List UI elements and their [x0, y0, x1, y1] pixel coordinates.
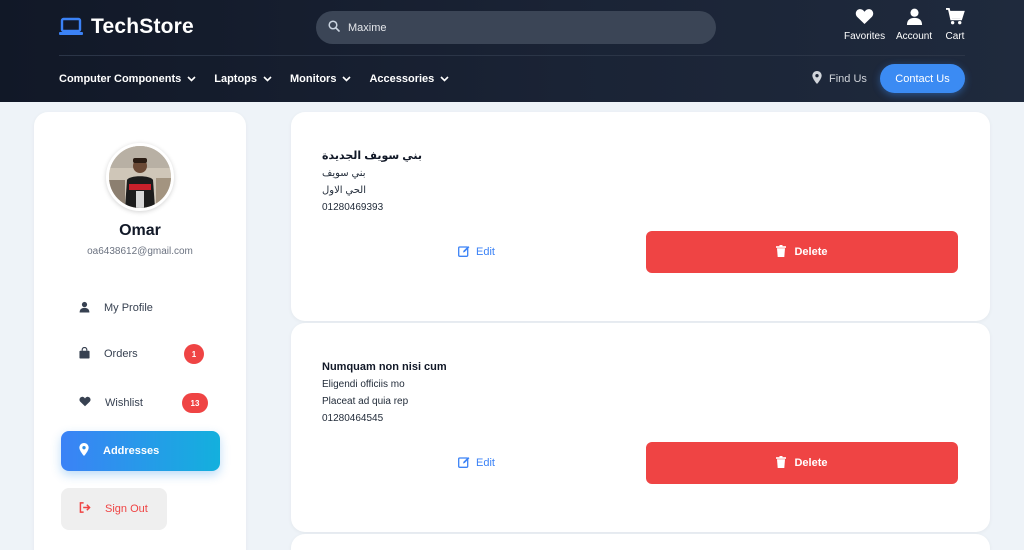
address-details: Numquam non nisi cum Eligendi officiis m…	[322, 359, 447, 427]
chevron-down-icon	[187, 73, 196, 85]
chevron-down-icon	[440, 73, 449, 85]
sidebar-item-wishlist[interactable]: Wishlist 13	[61, 383, 220, 423]
map-pin-icon	[79, 443, 89, 459]
edit-button[interactable]: Edit	[458, 242, 503, 262]
address-city: Eligendi officiis mo	[322, 379, 405, 390]
user-name: Omar	[119, 222, 161, 239]
cart-icon	[945, 8, 965, 28]
delete-label: Delete	[794, 246, 828, 258]
search-bar[interactable]	[316, 11, 716, 44]
account-label: Account	[896, 31, 933, 42]
delete-label: Delete	[794, 457, 828, 469]
favorites-button[interactable]: Favorites	[844, 8, 885, 42]
brand-name: TechStore	[91, 15, 194, 38]
sign-out-button[interactable]: Sign Out	[61, 488, 167, 530]
address-details-line: Placeat ad quia rep	[322, 396, 409, 407]
nav-label: Laptops	[214, 73, 258, 85]
laptop-icon	[59, 17, 83, 37]
brand-logo[interactable]: TechStore	[59, 15, 194, 39]
header-divider	[59, 55, 965, 56]
trash-icon	[776, 244, 787, 260]
edit-icon	[458, 456, 470, 471]
sidebar-item-my-profile[interactable]: My Profile	[61, 288, 220, 328]
user-email: oa6438612@gmail.com	[87, 246, 193, 257]
sidebar-item-orders[interactable]: Orders 1	[61, 334, 220, 374]
favorites-label: Favorites	[844, 31, 886, 42]
heart-icon	[855, 8, 874, 28]
edit-button[interactable]: Edit	[458, 453, 503, 473]
orders-count-badge: 1	[184, 344, 204, 364]
profile-sidebar: Omar oa6438612@gmail.com My Profile Orde…	[34, 112, 246, 550]
sidebar-item-label: Addresses	[103, 445, 160, 457]
sidebar-item-label: My Profile	[104, 302, 153, 314]
edit-label: Edit	[476, 246, 495, 258]
address-phone: 01280464545	[322, 413, 384, 424]
cart-label: Cart	[945, 31, 965, 42]
address-city: بني سويف	[322, 168, 366, 179]
address-card: بني سويف الجديدة بني سويف الحي الاول 012…	[291, 112, 990, 321]
user-icon	[79, 301, 90, 316]
address-name: بني سويف الجديدة	[322, 150, 422, 162]
address-name: Numquam non nisi cum	[322, 361, 447, 373]
sign-out-icon	[79, 502, 91, 516]
cart-button[interactable]: Cart	[945, 8, 965, 42]
edit-label: Edit	[476, 457, 495, 469]
sidebar-item-addresses[interactable]: Addresses	[61, 431, 220, 471]
delete-button[interactable]: Delete	[646, 231, 958, 273]
address-details: بني سويف الجديدة بني سويف الحي الاول 012…	[322, 148, 422, 216]
chevron-down-icon	[342, 73, 352, 85]
avatar	[106, 143, 174, 211]
sign-out-label: Sign Out	[105, 503, 148, 515]
address-details-line: الحي الاول	[322, 185, 366, 196]
delete-button[interactable]: Delete	[646, 442, 958, 484]
top-header: TechStore Favorites Account Cart Compute…	[0, 0, 1024, 102]
nav-label: Accessories	[369, 73, 435, 85]
wishlist-count-badge: 13	[182, 393, 208, 413]
edit-icon	[458, 245, 470, 260]
user-icon	[906, 8, 923, 28]
nav-label: Monitors	[290, 73, 337, 85]
nav-computer-components[interactable]: Computer Components	[59, 70, 196, 88]
nav-laptops[interactable]: Laptops	[214, 70, 272, 88]
nav-accessories[interactable]: Accessories	[369, 70, 449, 88]
address-phone: 01280469393	[322, 202, 384, 213]
contact-us-button[interactable]: Contact Us	[880, 64, 965, 93]
sidebar-item-label: Wishlist	[105, 397, 143, 409]
trash-icon	[776, 455, 787, 471]
nav-monitors[interactable]: Monitors	[290, 70, 352, 88]
find-us-link[interactable]: Find Us	[812, 71, 867, 87]
bag-icon	[79, 346, 90, 362]
main-nav: Computer Components Laptops Monitors Acc…	[59, 70, 449, 88]
heart-icon	[79, 396, 91, 410]
address-card: Numquam non nisi cum Eligendi officiis m…	[291, 323, 990, 532]
nav-label: Computer Components	[59, 73, 182, 85]
search-icon	[328, 19, 340, 37]
map-pin-icon	[812, 71, 822, 87]
account-button[interactable]: Account	[896, 8, 932, 42]
address-card	[291, 534, 990, 550]
search-input[interactable]	[348, 21, 688, 34]
find-us-label: Find Us	[829, 73, 867, 85]
sidebar-item-label: Orders	[104, 348, 138, 360]
chevron-down-icon	[263, 73, 272, 85]
